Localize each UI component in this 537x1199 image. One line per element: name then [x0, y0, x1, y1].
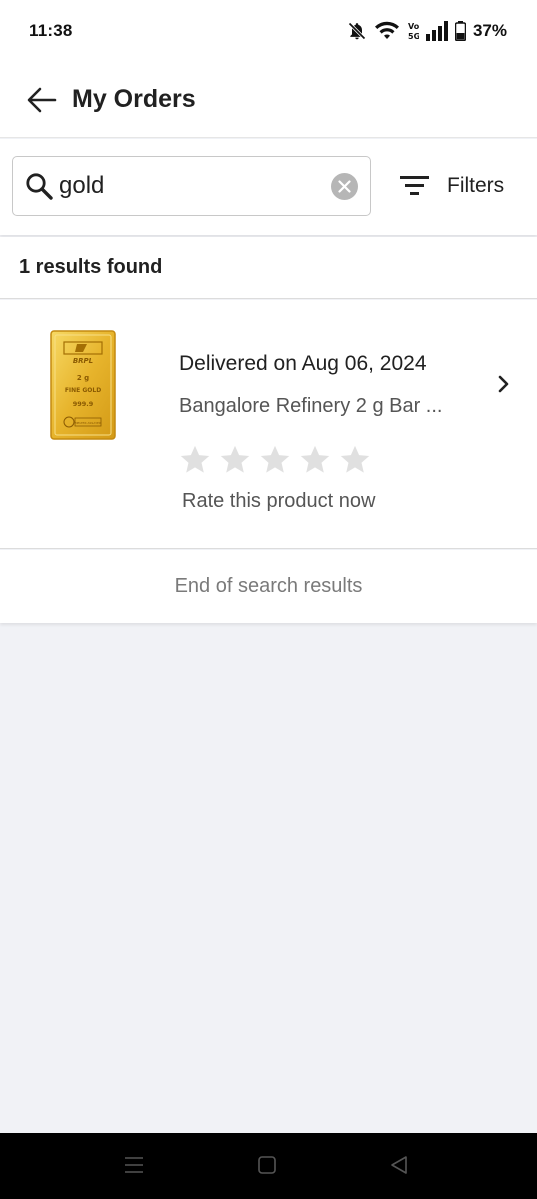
wifi-icon [374, 21, 400, 41]
results-count: 1 results found [19, 256, 163, 278]
signal-icon [425, 21, 448, 41]
status-bar: 11:38 Vo 5G 37% [0, 0, 537, 62]
battery-icon [454, 21, 466, 41]
order-status: Delivered on Aug 06, 2024 [179, 352, 427, 375]
menu-icon [125, 1157, 143, 1173]
gold-bar-brand: BRPL [73, 357, 93, 365]
results-bar: 1 results found [0, 237, 537, 299]
rating-stars [178, 443, 372, 477]
arrow-left-icon [27, 87, 57, 112]
end-of-results: End of search results [0, 550, 537, 623]
home-button[interactable] [258, 1155, 276, 1180]
star-icon[interactable] [218, 443, 252, 477]
volte-5g-icon: Vo 5G [407, 20, 419, 42]
chevron-right-icon[interactable] [494, 374, 512, 394]
star-icon[interactable] [338, 443, 372, 477]
filters-label: Filters [447, 174, 505, 197]
app-header: My Orders [0, 62, 537, 138]
square-home-icon [258, 1156, 276, 1174]
star-icon[interactable] [258, 443, 292, 477]
star-icon[interactable] [298, 443, 332, 477]
gold-bar-stamp: MELTER ASSAYER [75, 421, 101, 425]
gold-bar-purity-label: FINE GOLD [65, 387, 101, 394]
page-title: My Orders [72, 85, 196, 113]
svg-text:5G: 5G [408, 32, 419, 41]
gold-bar-purity: 999.9 [73, 400, 94, 408]
recent-apps-button[interactable] [124, 1155, 144, 1180]
order-product-name: Bangalore Refinery 2 g Bar ... [179, 395, 443, 417]
triangle-back-icon [391, 1156, 407, 1174]
svg-text:Vo: Vo [408, 22, 419, 31]
search-row: Filters [0, 139, 537, 235]
status-time: 11:38 [29, 21, 73, 40]
clear-search-button[interactable] [331, 173, 358, 200]
gold-bar-weight: 2 g [77, 374, 89, 382]
back-nav-button[interactable] [390, 1155, 408, 1180]
bell-off-icon [347, 21, 367, 41]
end-of-results-text: End of search results [174, 575, 363, 597]
star-icon[interactable] [178, 443, 212, 477]
order-card[interactable]: BRPL 2 g FINE GOLD 999.9 MELTER ASSAYER … [0, 300, 537, 549]
product-image-gold-bar: BRPL 2 g FINE GOLD 999.9 MELTER ASSAYER [50, 330, 116, 440]
back-button[interactable] [22, 80, 62, 120]
search-box[interactable] [12, 156, 371, 216]
status-icons: Vo 5G 37% [347, 20, 507, 42]
system-nav-bar [0, 1133, 537, 1199]
filters-button[interactable]: Filters [400, 169, 504, 203]
search-icon [25, 172, 53, 200]
filter-icon [400, 176, 429, 195]
rate-product-prompt[interactable]: Rate this product now [182, 490, 375, 513]
battery-percent: 37% [472, 21, 507, 40]
search-input[interactable] [59, 166, 309, 206]
close-icon [338, 180, 351, 193]
